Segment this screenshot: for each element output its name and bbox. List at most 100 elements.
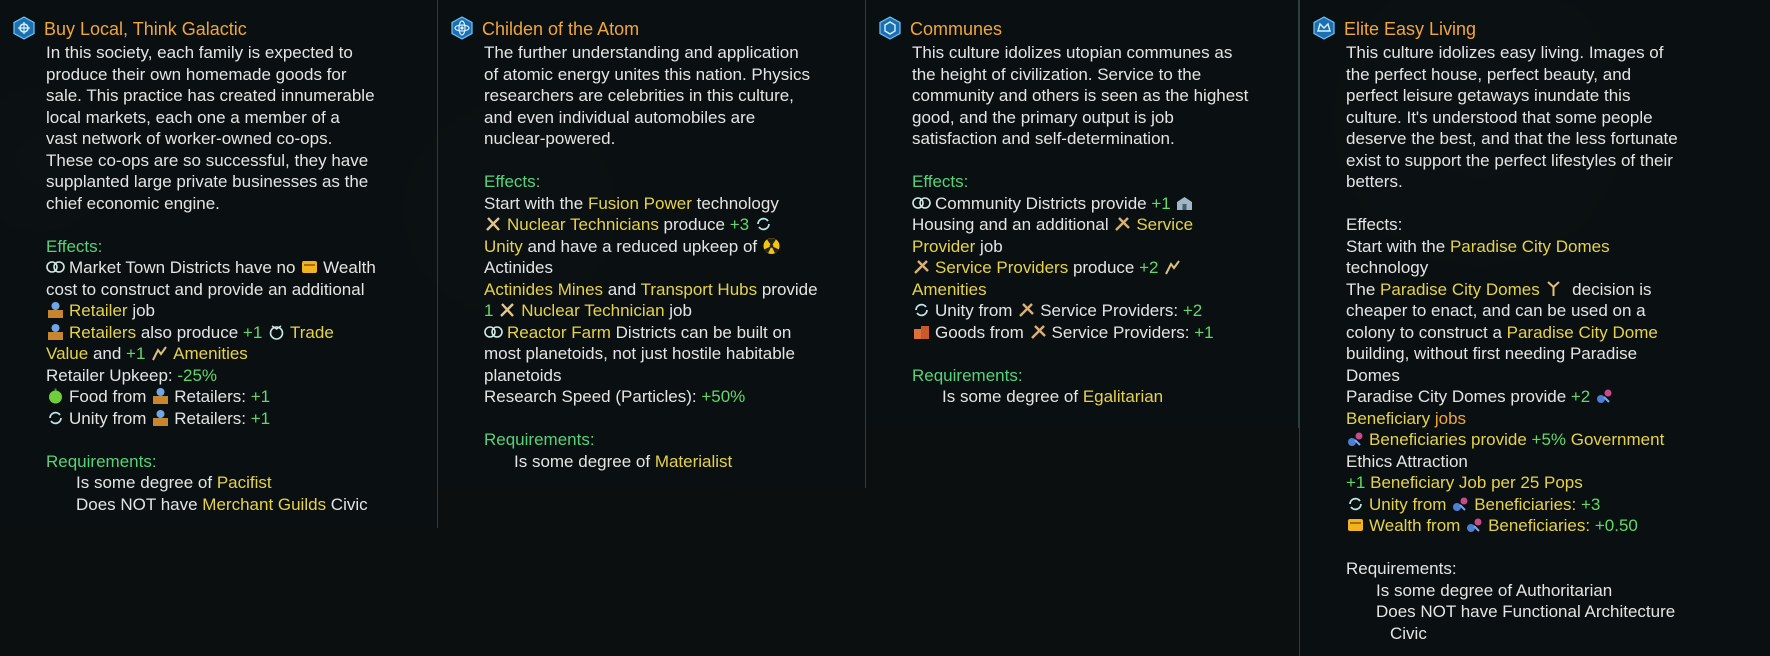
effect-line: Retailer job: [46, 300, 428, 322]
retailer-job-icon: [151, 387, 170, 405]
card-header: Childen of the Atom: [450, 16, 856, 42]
effect-line: technology: [1346, 258, 1429, 277]
effect-line: Service Providers produce +2: [912, 257, 1289, 279]
card-header: Communes: [878, 16, 1289, 42]
card-body: In this society, each family is expected…: [46, 42, 428, 515]
description-line: vast network of worker-owned co-ops.: [46, 129, 333, 148]
atom-emblem-icon: [450, 16, 474, 40]
description-line: and even individual automobiles are: [484, 107, 756, 127]
card-title: Childen of the Atom: [482, 19, 640, 39]
effect-line: Beneficiary jobs: [1346, 408, 1467, 428]
effect-line: Beneficiaries provide +5% Government: [1346, 429, 1760, 451]
description-line: supplanted large private businesses as t…: [46, 172, 369, 191]
effect-line: Housing and an additional Service: [912, 215, 1194, 234]
effects-header: Effects:: [912, 172, 969, 191]
effect-line: Paradise City Domes provide +2: [1346, 386, 1760, 408]
effect-line: Start with the Fusion Power technology: [484, 193, 779, 213]
requirements-header: Requirements:: [912, 365, 1023, 385]
description-line: chief economic engine.: [46, 193, 220, 213]
description-line: the height of civilization. Service to t…: [912, 64, 1202, 84]
effect-line: Goods from Service Providers: +1: [912, 322, 1289, 344]
nuclear-technician-icon: [484, 215, 503, 233]
galaxy-emblem-icon: [12, 16, 36, 40]
beneficiary-icon: [1346, 430, 1365, 448]
effect-line: building, without first needing Paradise: [1346, 344, 1638, 363]
effect-line: Domes: [1346, 365, 1400, 385]
description-line: perfect leisure getaways inundate this: [1346, 86, 1631, 105]
effects-header: Effects:: [46, 236, 103, 256]
effect-line: Actinides Mines and Transport Hubs provi…: [484, 279, 818, 299]
unity-icon: [754, 215, 773, 233]
requirement-line: Is some degree of Materialist: [514, 451, 733, 471]
description-line: produce their own homemade goods for: [46, 64, 347, 84]
description-line: deserve the best, and that the less fort…: [1346, 129, 1678, 148]
effects-header: Effects:: [484, 172, 541, 191]
beneficiary-icon: [1451, 495, 1470, 513]
retailer-job-icon: [46, 301, 65, 319]
unity-icon: [912, 301, 931, 319]
card-title: Elite Easy Living: [1344, 19, 1477, 39]
effect-line: Research Speed (Particles): +50%: [484, 387, 746, 406]
commune-emblem-icon: [878, 16, 902, 40]
card-body: The further understanding and applicatio…: [484, 42, 856, 472]
effect-line: Actinides: [484, 258, 553, 277]
wealth-icon: [300, 258, 319, 276]
description-line: the perfect house, perfect beauty, and: [1346, 64, 1632, 84]
food-icon: [46, 387, 65, 405]
card-header: Elite Easy Living: [1312, 16, 1760, 42]
service-provider-icon: [1113, 215, 1132, 233]
effect-line: Reactor Farm Districts can be built on: [484, 322, 856, 344]
district-icon: [46, 258, 65, 276]
requirement-line: Is some degree of Egalitarian: [942, 387, 1164, 406]
district-icon: [912, 194, 931, 212]
elite-emblem-icon: [1312, 16, 1336, 40]
requirements-header: Requirements:: [46, 451, 157, 471]
effect-line: Unity from Service Providers: +2: [912, 300, 1289, 322]
effect-line: planetoids: [484, 365, 562, 385]
housing-icon: [1175, 194, 1194, 212]
effect-line: Retailers also produce +1 Trade: [46, 322, 428, 344]
description-line: The further understanding and applicatio…: [484, 43, 799, 62]
nuclear-technician-icon: [498, 301, 517, 319]
effect-line: Unity from Beneficiaries: +3: [1346, 494, 1760, 516]
effect-line: Community Districts provide +1: [912, 193, 1289, 215]
description-line: This culture idolizes easy living. Image…: [1346, 43, 1664, 62]
effect-line: Food from Retailers: +1: [46, 386, 428, 408]
card-title: Buy Local, Think Galactic: [44, 19, 247, 39]
requirement-line: Does NOT have Functional Architecture: [1376, 602, 1676, 621]
district-icon: [484, 323, 503, 341]
effect-line: Start with the Paradise City Domes: [1346, 236, 1610, 256]
requirement-line: Is some degree of Pacifist: [76, 473, 272, 492]
consumer-goods-icon: [912, 323, 931, 341]
radiation-icon: [762, 237, 781, 255]
effect-line: most planetoids, not just hostile habita…: [484, 344, 795, 363]
tradition-card-communes: Communes This culture idolizes utopian c…: [866, 0, 1299, 428]
retailer-job-icon: [46, 323, 65, 341]
effect-line: Nuclear Technicians produce +3: [484, 214, 856, 236]
requirements-header: Requirements:: [484, 430, 595, 449]
requirement-line: Is some degree of Authoritarian: [1376, 580, 1613, 600]
description-line: This culture idolizes utopian communes a…: [912, 43, 1233, 62]
description-line: nuclear-powered.: [484, 129, 616, 148]
requirements-header: Requirements:: [1346, 559, 1457, 578]
effect-line: cost to construct and provide an additio…: [46, 279, 365, 299]
tradition-card-childen-of-the-atom: Childen of the Atom The further understa…: [438, 0, 866, 488]
description-line: These co-ops are so successful, they hav…: [46, 150, 369, 170]
unity-icon: [1346, 495, 1365, 513]
beneficiary-icon: [1595, 387, 1614, 405]
description-line: sale. This practice has created innumera…: [46, 86, 375, 105]
card-title: Communes: [910, 19, 1003, 39]
card-body: This culture idolizes easy living. Image…: [1346, 42, 1760, 644]
requirement-line: Does NOT have Merchant Guilds Civic: [76, 494, 368, 514]
effects-header: Effects:: [1346, 215, 1403, 234]
wealth-icon: [1346, 516, 1365, 534]
description-line: culture. It's understood that some peopl…: [1346, 107, 1653, 127]
effect-line: Market Town Districts have no Wealth: [46, 257, 428, 279]
service-provider-icon: [1017, 301, 1036, 319]
description-line: betters.: [1346, 172, 1403, 191]
effect-line: colony to construct a Paradise City Dome: [1346, 322, 1658, 342]
retailer-job-icon: [151, 409, 170, 427]
trade-value-icon: [267, 323, 286, 341]
card-body: This culture idolizes utopian communes a…: [912, 42, 1289, 408]
service-provider-icon: [912, 258, 931, 276]
